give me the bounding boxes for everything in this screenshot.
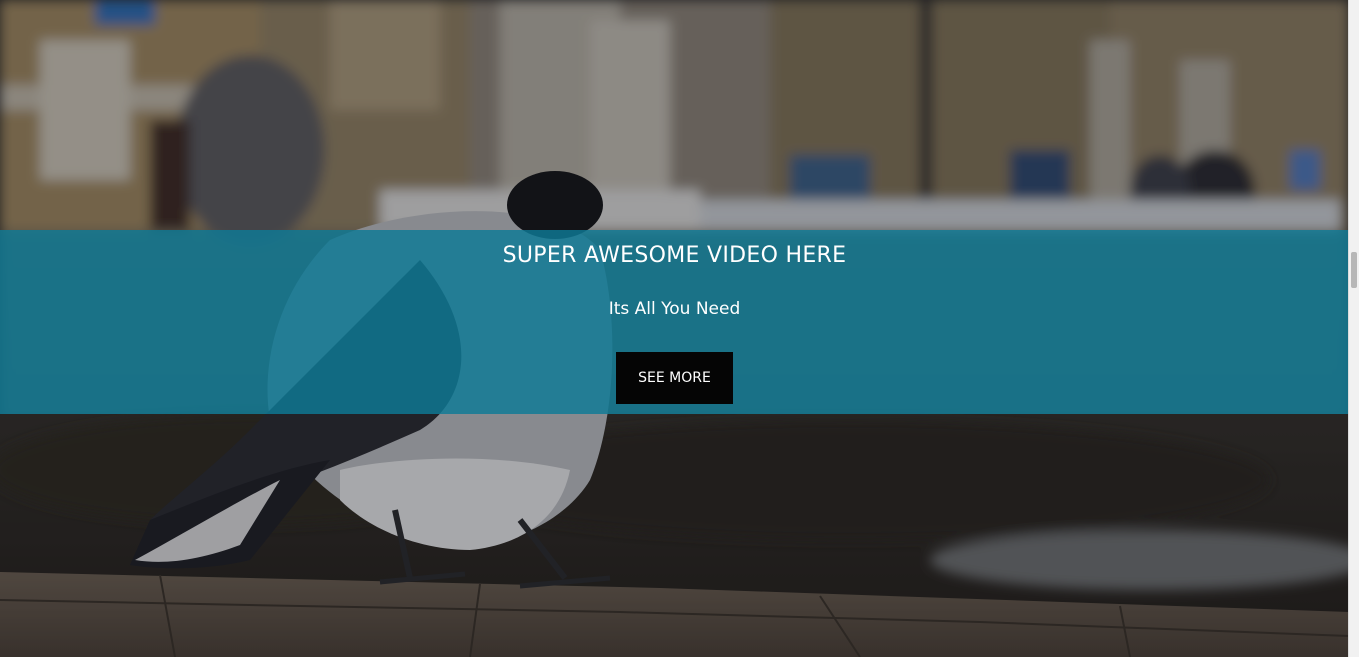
scrollbar-thumb[interactable]: [1351, 252, 1357, 288]
hero-subtitle: Its All You Need: [608, 299, 741, 319]
page-scrollbar[interactable]: [1348, 0, 1359, 657]
see-more-button[interactable]: SEE MORE: [616, 352, 733, 404]
video-hero-section: SUPER AWESOME VIDEO HERE Its All You Nee…: [0, 0, 1359, 657]
hero-title: SUPER AWESOME VIDEO HERE: [502, 243, 847, 268]
